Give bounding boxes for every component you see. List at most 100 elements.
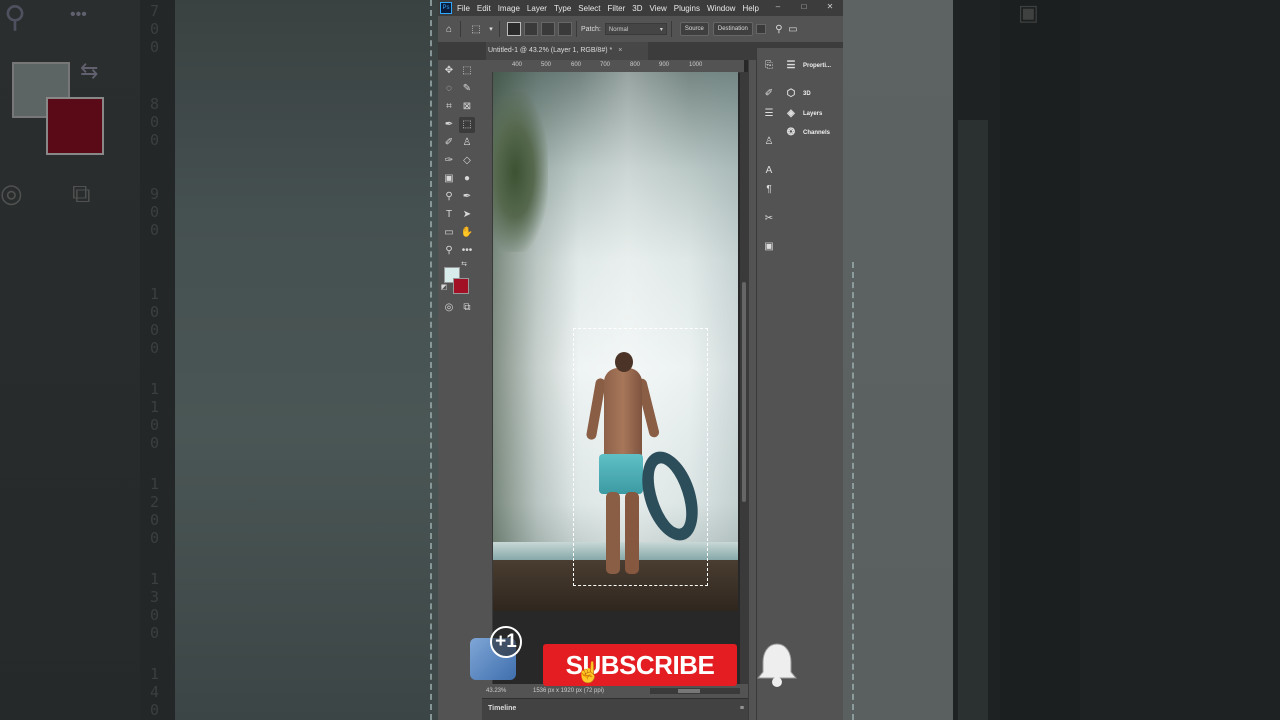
type-tool-icon[interactable]: T bbox=[441, 207, 457, 223]
add-to-selection-button[interactable] bbox=[524, 22, 538, 36]
3d-panel-tab[interactable]: ⬡ 3D bbox=[785, 88, 811, 100]
intersect-selection-button[interactable] bbox=[558, 22, 572, 36]
patch-tool-icon[interactable]: ⬚ bbox=[459, 117, 475, 133]
new-selection-button[interactable] bbox=[507, 22, 521, 36]
quick-selection-tool-icon[interactable]: ✎ bbox=[459, 81, 475, 97]
home-icon[interactable]: ⌂ bbox=[442, 22, 456, 36]
dodge-tool-icon[interactable]: ⚲ bbox=[441, 189, 457, 205]
ruler-tick: 800 bbox=[630, 62, 641, 68]
menu-image[interactable]: Image bbox=[498, 4, 520, 13]
adjustments-icon[interactable]: ☰ bbox=[763, 108, 775, 120]
pen-tool-icon[interactable]: ✒ bbox=[459, 189, 475, 205]
blur-tool-icon[interactable]: ● bbox=[459, 171, 475, 187]
ruler-tick: 900 bbox=[659, 62, 670, 68]
path-selection-tool-icon[interactable]: ➤ bbox=[459, 207, 475, 223]
source-button[interactable]: Source bbox=[679, 22, 709, 36]
layers-panel-tab[interactable]: ◈ Layers bbox=[785, 108, 822, 120]
minimize-button[interactable]: – bbox=[765, 0, 791, 14]
menu-3d[interactable]: 3D bbox=[632, 4, 642, 13]
like-overlay: +1 bbox=[468, 626, 522, 684]
chevron-down-icon[interactable]: ▾ bbox=[487, 22, 495, 36]
swap-colors-icon[interactable]: ⇆ bbox=[460, 261, 468, 269]
panel-menu-icon[interactable]: ≡ bbox=[740, 699, 744, 719]
close-tab-icon[interactable]: × bbox=[618, 47, 622, 54]
transparent-checkbox[interactable] bbox=[755, 24, 766, 34]
divider bbox=[670, 21, 672, 37]
scrollbar-thumb[interactable] bbox=[742, 282, 746, 502]
notification-bell-icon[interactable] bbox=[755, 640, 799, 688]
zoom-level[interactable]: 43.23% bbox=[486, 684, 506, 698]
marquee-selection[interactable] bbox=[573, 328, 708, 586]
destination-button[interactable]: Destination bbox=[712, 22, 753, 36]
brush-settings-icon[interactable]: ✐ bbox=[763, 88, 775, 100]
rectangle-tool-icon[interactable]: ▭ bbox=[441, 225, 457, 241]
timeline-panel: Timeline ≡ bbox=[482, 698, 748, 720]
menu-layer[interactable]: Layer bbox=[527, 4, 547, 13]
history-brush-tool-icon[interactable]: ✑ bbox=[441, 153, 457, 169]
quick-mask-icon[interactable]: ◎ bbox=[441, 300, 457, 316]
subtract-selection-button[interactable] bbox=[541, 22, 555, 36]
channels-icon: ❂ bbox=[786, 127, 796, 138]
channels-panel-tab[interactable]: ❂ Channels bbox=[785, 127, 830, 139]
menu-file[interactable]: File bbox=[457, 4, 470, 13]
bg-ruler-digit: 8 0 0 bbox=[150, 95, 160, 149]
history-icon[interactable]: ⎘ bbox=[763, 60, 775, 72]
character-icon[interactable]: A bbox=[763, 165, 775, 177]
menu-select[interactable]: Select bbox=[578, 4, 600, 13]
properties-panel-tab[interactable]: ☰ Properti... bbox=[785, 60, 832, 72]
menu-edit[interactable]: Edit bbox=[477, 4, 491, 13]
photoshop-logo[interactable]: Ps bbox=[440, 2, 452, 14]
clone-source-icon[interactable]: ♙ bbox=[763, 136, 775, 148]
brush-tool-icon[interactable]: ✐ bbox=[441, 135, 457, 151]
document-tab[interactable]: Untitled-1 @ 43.2% (Layer 1, RGB/8#) * × bbox=[486, 42, 648, 60]
menu-window[interactable]: Window bbox=[707, 4, 735, 13]
menu-plugins[interactable]: Plugins bbox=[674, 4, 700, 13]
close-button[interactable]: ✕ bbox=[817, 0, 843, 14]
hand-tool-icon[interactable]: ✋ bbox=[459, 225, 475, 241]
gradient-tool-icon[interactable]: ▣ bbox=[441, 171, 457, 187]
panel-label: Channels bbox=[803, 130, 831, 136]
bg-ruler-digit: 1 1 0 0 bbox=[150, 380, 160, 452]
move-tool-icon[interactable]: ✥ bbox=[441, 63, 457, 79]
libraries-icon[interactable]: ▣ bbox=[763, 241, 775, 253]
horizontal-scrollbar[interactable] bbox=[650, 688, 740, 694]
subscribe-button[interactable]: SUBSCRIBE bbox=[543, 644, 737, 686]
zoom-tool-icon[interactable]: ⚲ bbox=[441, 243, 457, 259]
background-photo-right bbox=[843, 0, 953, 720]
patch-mode-select[interactable]: Normal bbox=[604, 23, 667, 36]
ruler-tick: 1000 bbox=[689, 62, 703, 68]
menu-bar: Ps File Edit Image Layer Type Select Fil… bbox=[438, 0, 843, 16]
ruler-tick: 400 bbox=[512, 62, 523, 68]
scrollbar-thumb[interactable] bbox=[678, 689, 700, 693]
tools-icon[interactable]: ✂ bbox=[763, 213, 775, 225]
more-tools-icon[interactable]: ••• bbox=[459, 243, 475, 259]
screen-mode-icon[interactable]: ⧉ bbox=[459, 300, 475, 316]
vertical-scrollbar[interactable] bbox=[740, 72, 748, 684]
document-title: Untitled-1 @ 43.2% (Layer 1, RGB/8#) * bbox=[488, 47, 613, 54]
search-icon[interactable]: ⚲ bbox=[772, 22, 786, 36]
patch-label: Patch: bbox=[581, 25, 601, 33]
workspace-icon[interactable]: ▭ bbox=[786, 22, 800, 36]
menu-view[interactable]: View bbox=[650, 4, 667, 13]
maximize-button[interactable]: □ bbox=[791, 0, 817, 14]
menu-filter[interactable]: Filter bbox=[608, 4, 626, 13]
background-color-swatch[interactable] bbox=[453, 278, 469, 294]
lasso-tool-icon[interactable]: ◌ bbox=[441, 81, 457, 97]
clone-stamp-tool-icon[interactable]: ♙ bbox=[459, 135, 475, 151]
menu-type[interactable]: Type bbox=[554, 4, 571, 13]
default-colors-icon[interactable]: ◩ bbox=[440, 284, 448, 292]
crop-tool-icon[interactable]: ⌗ bbox=[441, 99, 457, 115]
patch-tool-preset-icon[interactable]: ⬚ bbox=[469, 22, 483, 36]
mouse-cursor-icon: ☝ bbox=[576, 662, 601, 684]
properties-icon: ☰ bbox=[786, 60, 796, 71]
paragraph-icon[interactable]: ¶ bbox=[763, 184, 775, 196]
photoshop-window: Ps File Edit Image Layer Type Select Fil… bbox=[438, 0, 843, 720]
bg-panel-icon: ▣ bbox=[1018, 0, 1039, 25]
eyedropper-tool-icon[interactable]: ✒ bbox=[441, 117, 457, 133]
bg-zoom-icon: ⚲ bbox=[4, 1, 26, 34]
menu-help[interactable]: Help bbox=[742, 4, 758, 13]
timeline-tab[interactable]: Timeline bbox=[488, 699, 516, 719]
marquee-tool-icon[interactable]: ⬚ bbox=[459, 63, 475, 79]
frame-tool-icon[interactable]: ⊠ bbox=[459, 99, 475, 115]
eraser-tool-icon[interactable]: ◇ bbox=[459, 153, 475, 169]
